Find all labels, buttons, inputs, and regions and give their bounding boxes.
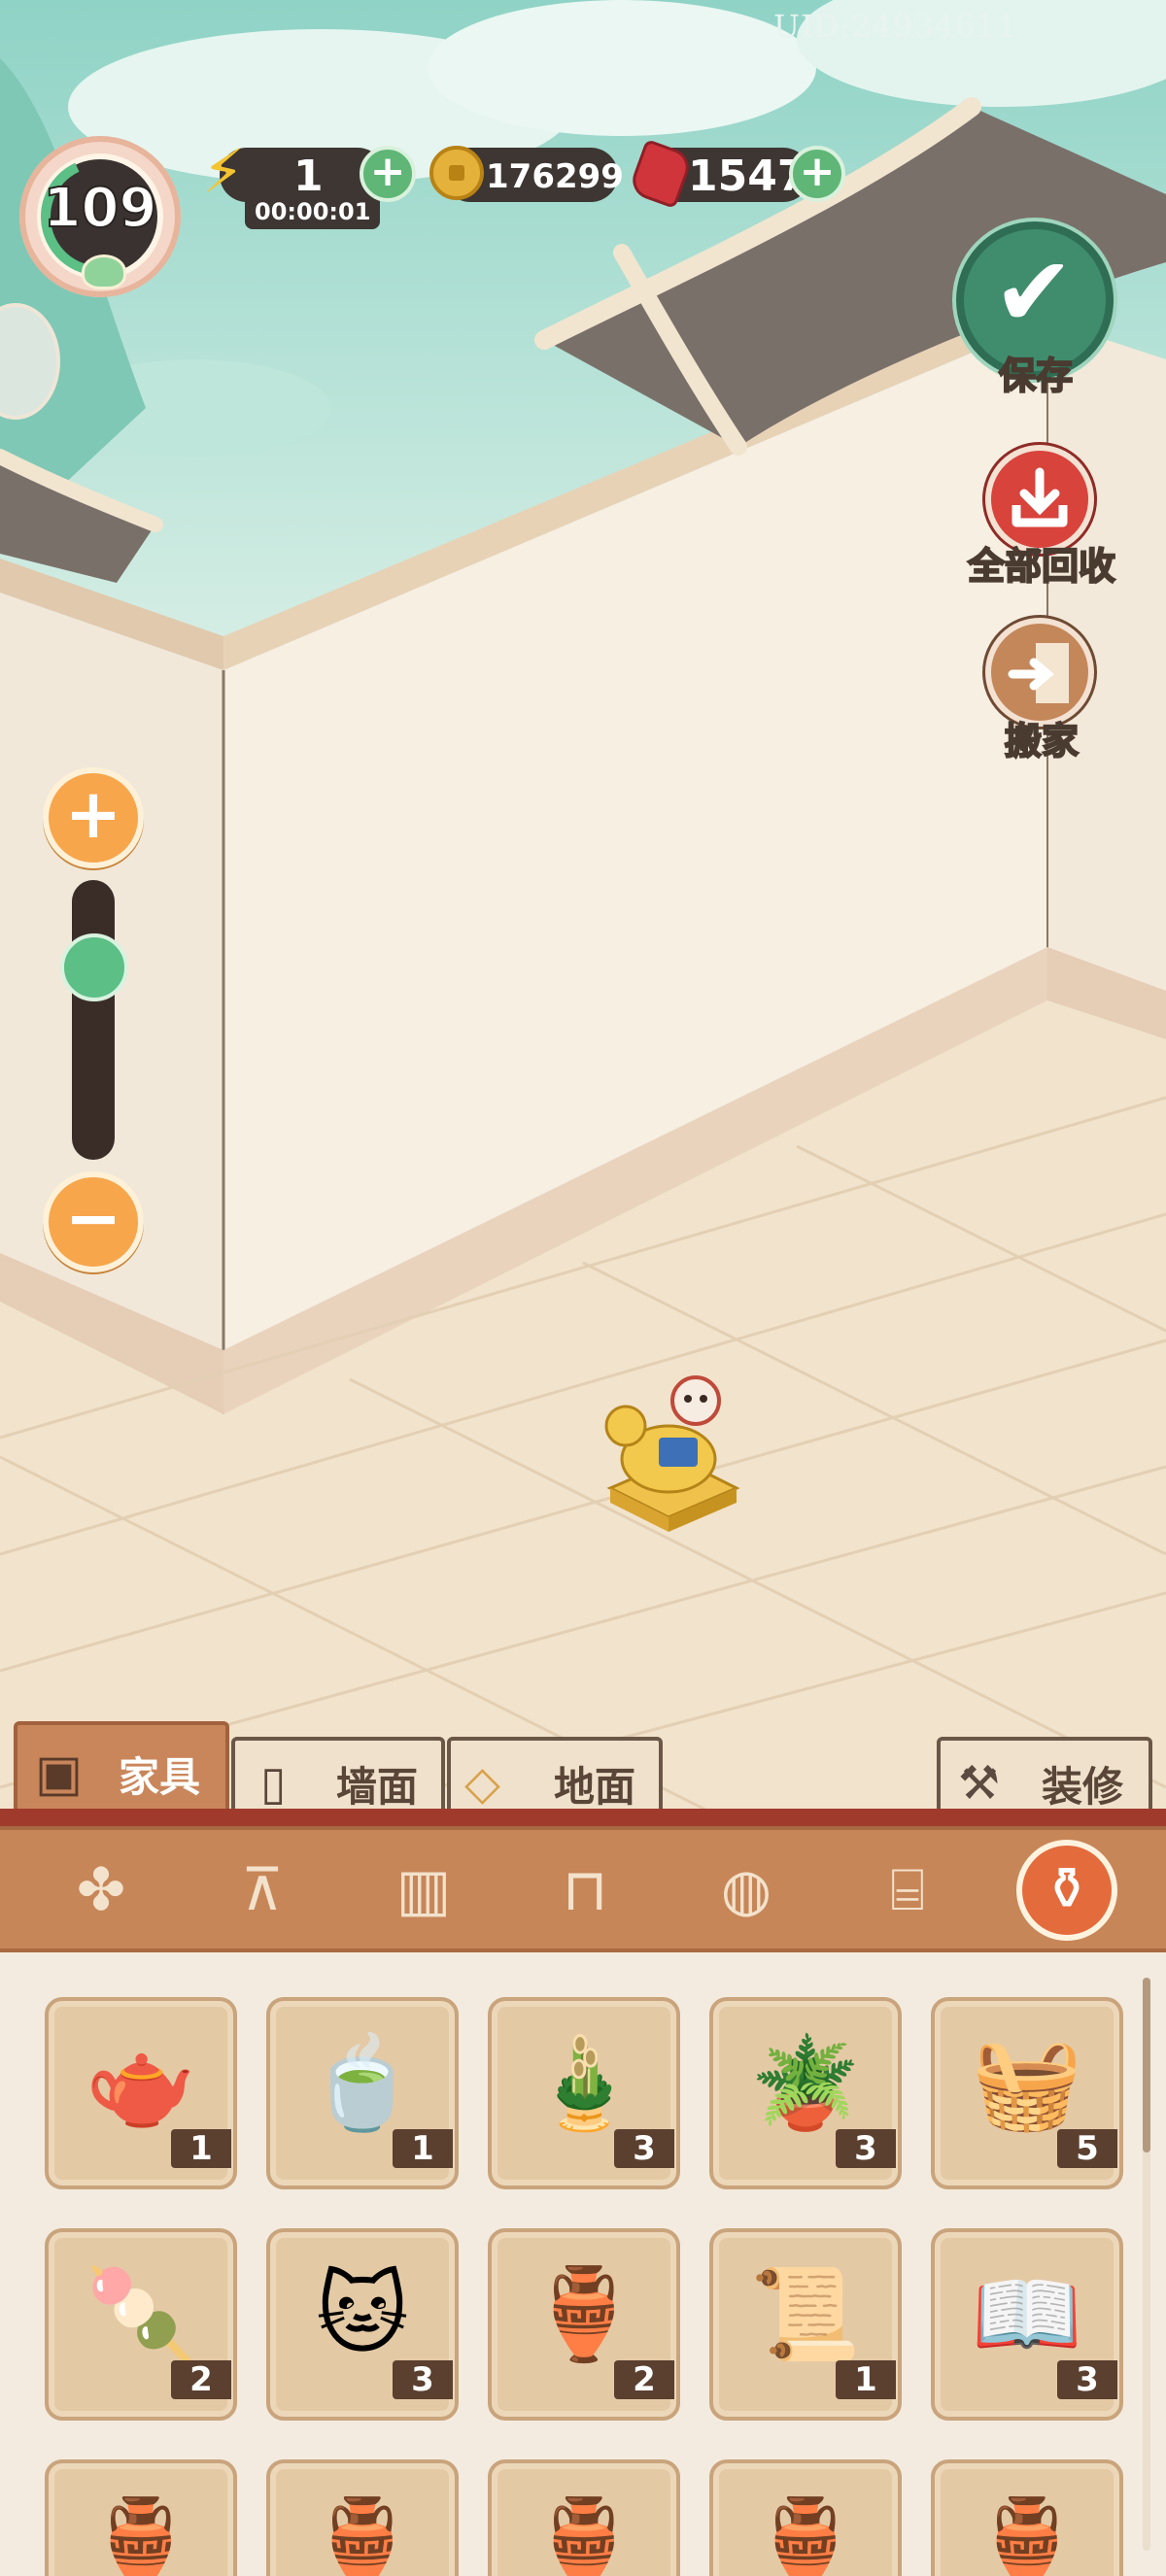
item-card[interactable]: 🧺 5 bbox=[931, 1997, 1123, 2189]
level-value: 109 bbox=[43, 176, 158, 241]
item-icon: 🏺 bbox=[306, 2493, 419, 2576]
table-category-icon[interactable]: ⊼ bbox=[223, 1851, 301, 1929]
zoom-slider-knob[interactable] bbox=[60, 932, 128, 1001]
add-gems-button[interactable]: + bbox=[789, 146, 845, 202]
item-card[interactable]: 🍡 2 bbox=[45, 2228, 237, 2421]
item-grid-scrollbar-thumb[interactable] bbox=[1143, 1978, 1150, 2152]
zoom-in-button[interactable]: + bbox=[43, 767, 144, 868]
energy-timer: 00:00:01 bbox=[245, 194, 381, 229]
golden-horse-statue-icon[interactable] bbox=[591, 1372, 746, 1537]
pastry-plate-icon: 🍡 bbox=[85, 2262, 197, 2366]
wall-icon: ▯ bbox=[260, 1756, 287, 1811]
potted-plant-icon: 🪴 bbox=[749, 2031, 862, 2135]
gong-book-icon: 📖 bbox=[971, 2262, 1083, 2366]
item-card[interactable]: 🎍 3 bbox=[488, 1997, 680, 2189]
flower-basket-icon: 🧺 bbox=[971, 2031, 1083, 2135]
tab-wall-label: 墙面 bbox=[336, 1763, 419, 1811]
stool-category-icon[interactable]: ⌸ bbox=[869, 1851, 946, 1929]
statue-graphic bbox=[604, 1375, 740, 1532]
move-house-label: 搬家 bbox=[1004, 719, 1080, 763]
recycle-all-label: 全部回收 bbox=[967, 544, 1116, 589]
all-category-icon[interactable]: ✤ bbox=[62, 1851, 140, 1929]
bamboo-vase-icon: 🎍 bbox=[528, 2031, 640, 2135]
item-card[interactable]: 🏺 bbox=[709, 2459, 902, 2576]
item-count-badge: 1 bbox=[171, 2129, 231, 2168]
item-count-badge: 1 bbox=[836, 2360, 896, 2399]
plus-icon: + bbox=[64, 774, 122, 854]
item-card[interactable]: 🏺 bbox=[266, 2459, 459, 2576]
item-count-badge: 2 bbox=[171, 2360, 231, 2399]
item-card[interactable]: 🏺 2 bbox=[488, 2228, 680, 2421]
category-bar: ✤ ⊼ ▥ ⊓ ◍ ⌸ ⚱ bbox=[0, 1826, 1166, 1952]
hammer-icon: ⚒ bbox=[958, 1756, 1001, 1811]
drum-category-icon[interactable]: ◍ bbox=[707, 1851, 785, 1929]
item-card[interactable]: 🫖 1 bbox=[45, 1997, 237, 2189]
tab-bar-rule bbox=[0, 1809, 1166, 1828]
zoom-out-button[interactable]: − bbox=[43, 1171, 144, 1272]
item-grid: 🫖 1 🍵 1 🎍 3 🪴 3 🧺 5 🍡 2 🐱 3 🏺 2 📜 1 📖 3 🏺 🏺 🏺 🏺 🏺 bbox=[0, 1952, 1166, 2576]
item-card[interactable]: 🏺 bbox=[931, 2459, 1123, 2576]
teapot-set-icon: 🫖 bbox=[85, 2031, 197, 2135]
item-count-badge: 5 bbox=[1057, 2129, 1117, 2168]
save-label: 保存 bbox=[998, 354, 1074, 398]
item-card[interactable]: 🏺 bbox=[45, 2459, 237, 2576]
scroll-icon: 📜 bbox=[749, 2262, 862, 2366]
cat-pot-icon: 🐱 bbox=[316, 2262, 409, 2366]
cabinet-category-icon[interactable]: ▥ bbox=[385, 1851, 463, 1929]
download-tray-icon bbox=[1012, 467, 1068, 527]
item-card[interactable]: 📖 3 bbox=[931, 2228, 1123, 2421]
tea-tray-icon: 🍵 bbox=[306, 2031, 419, 2135]
move-door-icon bbox=[1008, 643, 1069, 703]
coin-icon bbox=[429, 146, 484, 200]
item-icon: 🏺 bbox=[528, 2493, 640, 2576]
uid-label: UID:24934611 bbox=[773, 8, 1017, 45]
item-icon: 🏺 bbox=[749, 2493, 862, 2576]
item-count-badge: 3 bbox=[393, 2360, 453, 2399]
leaf-icon bbox=[82, 254, 126, 289]
floor-icon: ◇ bbox=[464, 1756, 500, 1811]
item-card[interactable]: 🍵 1 bbox=[266, 1997, 459, 2189]
item-count-badge: 3 bbox=[614, 2129, 674, 2168]
item-icon: 🏺 bbox=[971, 2493, 1083, 2576]
item-card[interactable]: 📜 1 bbox=[709, 2228, 902, 2421]
item-icon: 🏺 bbox=[85, 2493, 197, 2576]
tab-furniture-label: 家具 bbox=[119, 1753, 201, 1801]
item-count-badge: 2 bbox=[614, 2360, 674, 2399]
checkmark-icon: ✔ bbox=[993, 235, 1075, 349]
zoom-slider-track[interactable] bbox=[72, 880, 115, 1160]
coins-value: 176299 bbox=[486, 157, 624, 196]
item-count-badge: 3 bbox=[836, 2129, 896, 2168]
bench-category-icon[interactable]: ⊓ bbox=[546, 1851, 624, 1929]
incense-burner-icon: 🏺 bbox=[528, 2262, 640, 2366]
add-energy-button[interactable]: + bbox=[360, 146, 416, 202]
item-count-badge: 3 bbox=[1057, 2360, 1117, 2399]
renovate-label: 装修 bbox=[1042, 1763, 1124, 1811]
item-card[interactable]: 🐱 3 bbox=[266, 2228, 459, 2421]
item-count-badge: 1 bbox=[393, 2129, 453, 2168]
furniture-icon: ▣ bbox=[35, 1745, 84, 1803]
item-card[interactable]: 🪴 3 bbox=[709, 1997, 902, 2189]
lightning-icon: ⚡ bbox=[202, 136, 245, 207]
decor-category-icon[interactable]: ⚱ bbox=[1016, 1840, 1117, 1941]
minus-icon: − bbox=[64, 1178, 122, 1258]
tab-floor-label: 地面 bbox=[554, 1763, 636, 1811]
level-badge[interactable]: 109 bbox=[19, 136, 181, 297]
item-card[interactable]: 🏺 bbox=[488, 2459, 680, 2576]
